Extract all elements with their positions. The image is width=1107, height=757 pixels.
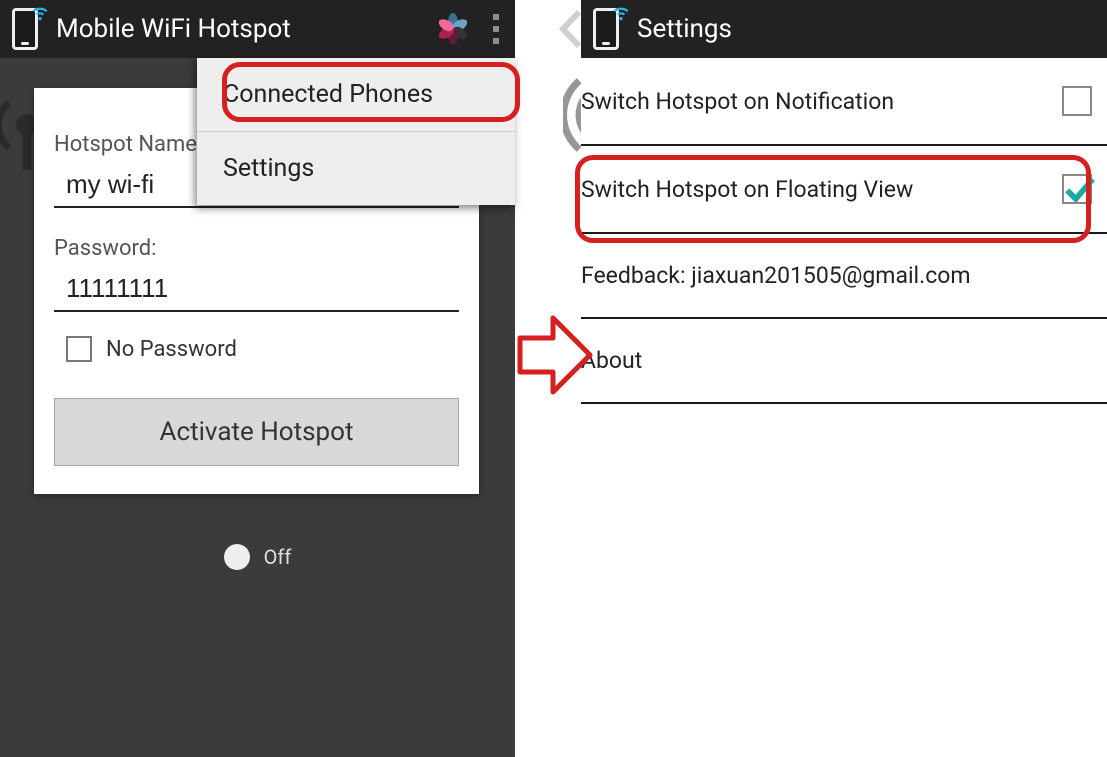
password-input[interactable] — [54, 267, 459, 312]
app-icon — [591, 8, 625, 50]
flower-logo-icon — [431, 7, 475, 51]
overflow-menu-icon[interactable] — [487, 14, 505, 44]
password-label: Password: — [54, 236, 459, 261]
toggle-label: Off — [264, 545, 292, 569]
setting-floating-view[interactable]: Switch Hotspot on Floating View — [581, 146, 1107, 234]
setting-about[interactable]: About — [581, 319, 1107, 404]
app-icon — [10, 8, 44, 50]
setting-feedback[interactable]: Feedback: jiaxuan201505@gmail.com — [581, 234, 1107, 319]
activate-hotspot-button[interactable]: Activate Hotspot — [54, 398, 459, 466]
app-title: Mobile WiFi Hotspot — [56, 14, 419, 44]
setting-notification-label: Switch Hotspot on Notification — [581, 88, 894, 115]
menu-item-connected-phones[interactable]: Connected Phones — [197, 58, 515, 131]
setting-floating-label: Switch Hotspot on Floating View — [581, 176, 913, 203]
actionbar-right: Settings — [581, 0, 1107, 58]
floating-checkbox[interactable] — [1062, 174, 1092, 204]
no-password-row[interactable]: No Password — [54, 336, 459, 362]
setting-feedback-label: Feedback: jiaxuan201505@gmail.com — [581, 262, 971, 289]
settings-title: Settings — [637, 14, 1098, 44]
notification-checkbox[interactable] — [1062, 86, 1092, 116]
left-phone-screen: Mobile WiFi Hotspot Hotspot Name: Passwo… — [0, 0, 515, 757]
no-password-label: No Password — [106, 337, 237, 362]
hotspot-toggle[interactable]: Off — [0, 544, 515, 570]
overflow-menu: Connected Phones Settings — [197, 58, 515, 205]
toggle-knob-icon[interactable] — [224, 544, 250, 570]
settings-list: Switch Hotspot on Notification Switch Ho… — [581, 58, 1107, 757]
back-chevron-icon[interactable] — [551, 0, 581, 58]
setting-about-label: About — [581, 347, 642, 374]
menu-item-settings[interactable]: Settings — [197, 131, 515, 205]
checkmark-icon — [1063, 172, 1097, 206]
no-password-checkbox[interactable] — [66, 336, 92, 362]
setting-notification[interactable]: Switch Hotspot on Notification — [581, 58, 1107, 146]
actionbar-left: Mobile WiFi Hotspot — [0, 0, 515, 58]
right-phone-screen: Settings Switch Hotspot on Notification … — [581, 0, 1107, 757]
